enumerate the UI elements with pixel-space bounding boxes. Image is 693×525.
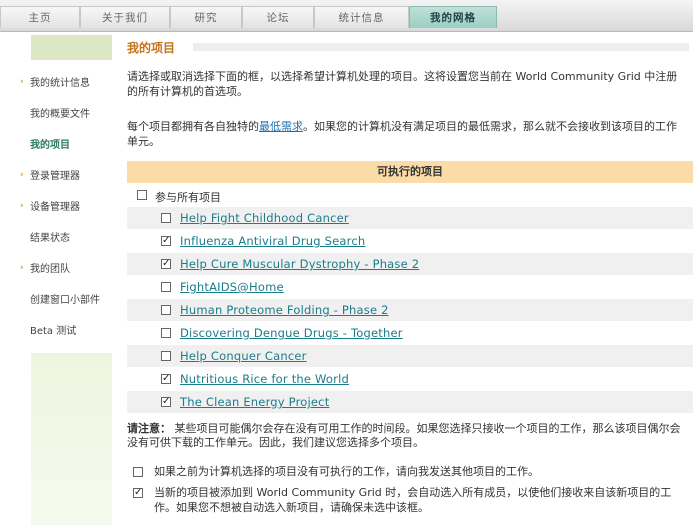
requirements-text: 每个项目都拥有各自独特的最低需求。如果您的计算机没有满足项目的最低需求，那么就不… bbox=[127, 119, 687, 149]
sidebar-item-4[interactable]: 设备管理器 bbox=[30, 201, 80, 215]
project-row: Human Proteome Folding - Phase 2 bbox=[127, 299, 693, 321]
sidebar-decoration bbox=[31, 353, 112, 525]
project-link[interactable]: Help Fight Childhood Cancer bbox=[180, 211, 349, 225]
project-checkbox[interactable]: ✓ bbox=[161, 374, 171, 384]
tab-about[interactable]: 关于我们 bbox=[80, 6, 170, 28]
sidebar-item-5[interactable]: 结果状态 bbox=[30, 232, 70, 246]
project-row: Discovering Dengue Drugs - Together bbox=[127, 322, 693, 344]
note-text: 请注意： 某些项目可能偶尔会存在没有可用工作的时间段。如果您选择只接收一个项目的… bbox=[127, 422, 687, 450]
all-projects-label: 参与所有项目 bbox=[155, 191, 221, 204]
sidebar-item-7[interactable]: 创建窗口小部件 bbox=[30, 294, 100, 308]
option-text: 当新的项目被添加到 World Community Grid 时，会自动选入所有… bbox=[154, 486, 672, 514]
project-checkbox[interactable] bbox=[161, 328, 171, 338]
top-nav: 主页 关于我们 研究 论坛 统计信息 我的网格 bbox=[0, 0, 693, 32]
project-row: FightAIDS@Home bbox=[127, 276, 693, 298]
projects-header: 可执行的项目 bbox=[127, 161, 693, 183]
sidebar-header-swatch bbox=[31, 35, 112, 60]
tab-stats[interactable]: 统计信息 bbox=[314, 6, 409, 28]
project-row: ✓ Help Cure Muscular Dystrophy - Phase 2 bbox=[127, 253, 693, 275]
sidebar-item-6[interactable]: 我的团队 bbox=[30, 263, 70, 277]
note-body: 某些项目可能偶尔会存在没有可用工作的时间段。如果您选择只接收一个项目的工作，那么… bbox=[127, 422, 681, 449]
project-link[interactable]: Human Proteome Folding - Phase 2 bbox=[180, 303, 389, 317]
all-projects-row: 参与所有项目 bbox=[127, 184, 693, 206]
project-link[interactable]: Influenza Antiviral Drug Search bbox=[180, 234, 365, 248]
tab-home[interactable]: 主页 bbox=[0, 6, 80, 28]
project-row: ✓ Influenza Antiviral Drug Search bbox=[127, 230, 693, 252]
project-checkbox[interactable]: ✓ bbox=[161, 397, 171, 407]
intro-text: 请选择或取消选择下面的框，以选择希望计算机处理的项目。这将设置您当前在 Worl… bbox=[127, 70, 678, 98]
option-text: 如果之前为计算机选择的项目没有可执行的工作，请向我发送其他项目的工作。 bbox=[154, 465, 539, 478]
project-checkbox[interactable]: ✓ bbox=[161, 259, 171, 269]
project-checkbox[interactable]: ✓ bbox=[161, 236, 171, 246]
requirements-before: 每个项目都拥有各自独特的 bbox=[127, 120, 259, 133]
tab-my-grid[interactable]: 我的网格 bbox=[409, 6, 497, 28]
sidebar-item-3[interactable]: 登录管理器 bbox=[30, 170, 80, 184]
project-row: Help Fight Childhood Cancer bbox=[127, 207, 693, 229]
project-link[interactable]: Help Cure Muscular Dystrophy - Phase 2 bbox=[180, 257, 419, 271]
project-row: ✓ The Clean Energy Project bbox=[127, 391, 693, 413]
project-row: ✓ Nutritious Rice for the World bbox=[127, 368, 693, 390]
chevron-right-icon: › bbox=[20, 170, 24, 180]
project-link[interactable]: Help Conquer Cancer bbox=[180, 349, 307, 363]
tab-forum[interactable]: 论坛 bbox=[242, 6, 314, 28]
page-title: 我的项目 bbox=[127, 41, 176, 55]
option-checkbox[interactable]: ✓ bbox=[133, 488, 143, 498]
main-content: 我的项目 请选择或取消选择下面的框，以选择希望计算机处理的项目。这将设置您当前在… bbox=[127, 31, 693, 525]
project-link[interactable]: The Clean Energy Project bbox=[180, 395, 329, 409]
project-checkbox[interactable] bbox=[161, 282, 171, 292]
project-checkbox[interactable] bbox=[161, 305, 171, 315]
project-link[interactable]: Discovering Dengue Drugs - Together bbox=[180, 326, 403, 340]
sidebar: › 我的统计信息 我的概要文件 我的项目 › 登录管理器 › 设备管理器结果状态 › 我的团队创建… bbox=[0, 31, 115, 525]
title-rule bbox=[193, 43, 689, 51]
sidebar-item-8[interactable]: Beta 测试 bbox=[30, 325, 76, 339]
project-link[interactable]: FightAIDS@Home bbox=[180, 280, 284, 294]
project-checkbox[interactable] bbox=[161, 351, 171, 361]
chevron-right-icon: › bbox=[20, 77, 24, 87]
note-label: 请注意： bbox=[127, 422, 171, 435]
sidebar-item-2[interactable]: 我的项目 bbox=[30, 139, 70, 153]
project-checkbox[interactable] bbox=[161, 213, 171, 223]
chevron-right-icon: › bbox=[20, 263, 24, 273]
project-link[interactable]: Nutritious Rice for the World bbox=[180, 372, 349, 386]
min-requirements-link[interactable]: 最低需求 bbox=[259, 120, 303, 133]
option-checkbox[interactable] bbox=[133, 467, 143, 477]
sidebar-item-0[interactable]: 我的统计信息 bbox=[30, 77, 90, 91]
all-projects-checkbox[interactable] bbox=[137, 190, 147, 200]
project-row: Help Conquer Cancer bbox=[127, 345, 693, 367]
tab-research[interactable]: 研究 bbox=[170, 6, 242, 28]
sidebar-item-1[interactable]: 我的概要文件 bbox=[30, 108, 90, 122]
chevron-right-icon: › bbox=[20, 201, 24, 211]
